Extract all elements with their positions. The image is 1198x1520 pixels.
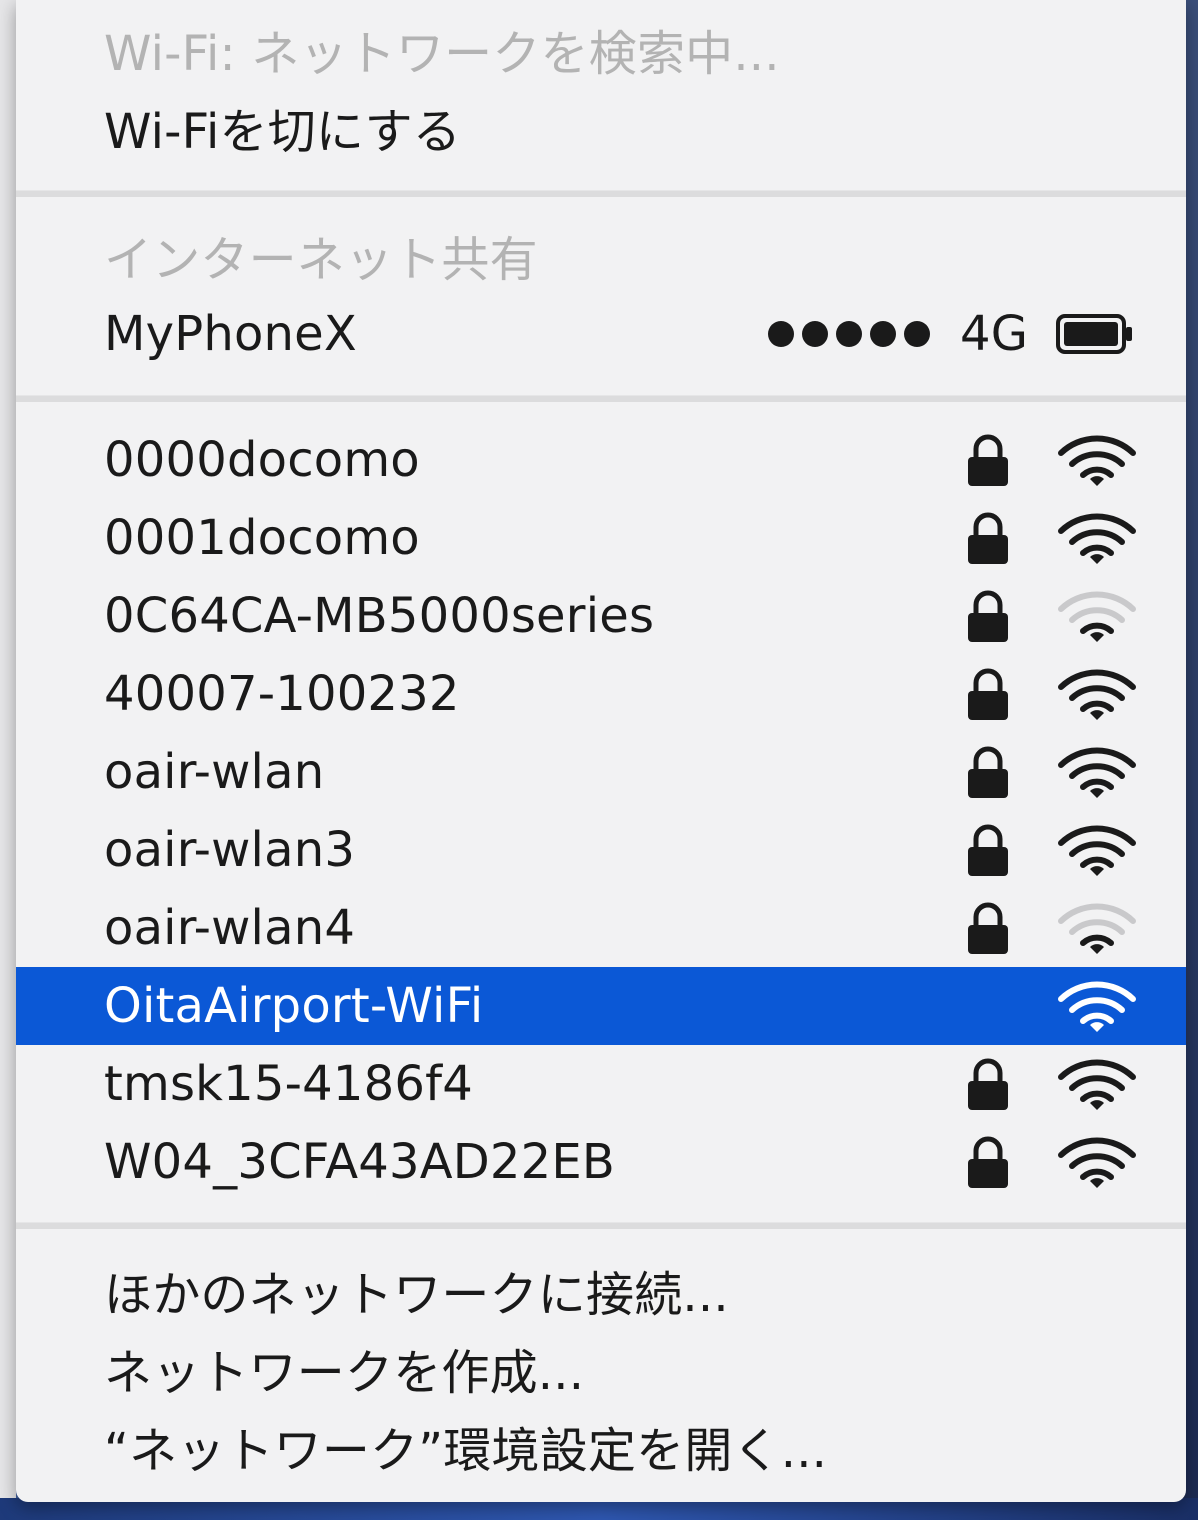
network-item[interactable]: oair-wlan	[16, 733, 1186, 811]
signal-dot	[836, 321, 862, 347]
network-name: tmsk15-4186f4	[104, 1056, 473, 1112]
wifi-searching-label: Wi-Fi: ネットワークを検索中...	[104, 26, 780, 82]
network-type-label: 4G	[960, 306, 1029, 362]
menu-separator	[16, 190, 1186, 197]
join-other-network-item[interactable]: ほかのネットワークに接続...	[16, 1251, 1186, 1329]
wifi-signal-icon	[1058, 513, 1136, 564]
create-network-item[interactable]: ネットワークを作成...	[16, 1329, 1186, 1407]
network-name: oair-wlan4	[104, 900, 356, 956]
network-item[interactable]: 0001docomo	[16, 499, 1186, 577]
wifi-signal-icon	[1058, 981, 1136, 1032]
network-name: OitaAirport-WiFi	[104, 978, 484, 1034]
network-item[interactable]: 40007-100232	[16, 655, 1186, 733]
network-name: 0000docomo	[104, 432, 420, 488]
join-other-network-label: ほかのネットワークに接続...	[104, 1267, 729, 1323]
menu-separator	[16, 395, 1186, 402]
network-item[interactable]: 0000docomo	[16, 421, 1186, 499]
turn-wifi-off-label: Wi-Fiを切にする	[104, 104, 461, 160]
wifi-searching-status: Wi-Fi: ネットワークを検索中...	[16, 10, 1186, 88]
wifi-signal-icon	[1058, 1137, 1136, 1188]
network-item[interactable]: 0C64CA-MB5000series	[16, 577, 1186, 655]
lock-icon	[968, 1058, 1008, 1110]
network-name: oair-wlan3	[104, 822, 356, 878]
wifi-signal-icon	[1058, 669, 1136, 720]
signal-dot	[768, 321, 794, 347]
network-name: 40007-100232	[104, 666, 460, 722]
signal-dot	[904, 321, 930, 347]
network-item[interactable]: oair-wlan3	[16, 811, 1186, 889]
lock-icon	[968, 512, 1008, 564]
network-item[interactable]: OitaAirport-WiFi	[16, 967, 1186, 1045]
hotspot-section-label: インターネット共有	[104, 232, 538, 288]
network-name: oair-wlan	[104, 744, 325, 800]
menu-separator	[16, 1222, 1186, 1229]
wifi-menu: Wi-Fi: ネットワークを検索中... Wi-Fiを切にする インターネット共…	[16, 0, 1186, 1502]
network-item[interactable]: oair-wlan4	[16, 889, 1186, 967]
network-item[interactable]: tmsk15-4186f4	[16, 1045, 1186, 1123]
lock-icon	[968, 668, 1008, 720]
wifi-signal-icon	[1058, 1059, 1136, 1110]
cellular-signal-dots	[768, 321, 930, 347]
background-window-left	[0, 0, 16, 1520]
wifi-signal-icon	[1058, 435, 1136, 486]
network-name: 0001docomo	[104, 510, 420, 566]
wifi-signal-icon	[1058, 903, 1136, 954]
signal-dot	[870, 321, 896, 347]
hotspot-device-name: MyPhoneX	[104, 306, 357, 362]
wifi-signal-icon	[1058, 825, 1136, 876]
open-network-preferences-item[interactable]: “ネットワーク”環境設定を開く...	[16, 1407, 1186, 1485]
hotspot-status: 4G	[768, 295, 1134, 373]
lock-icon	[968, 902, 1008, 954]
network-item[interactable]: W04_3CFA43AD22EB	[16, 1123, 1186, 1201]
hotspot-device-item[interactable]: MyPhoneX 4G	[16, 295, 1186, 373]
battery-icon	[1056, 314, 1133, 354]
lock-icon	[968, 1136, 1008, 1188]
turn-wifi-off-item[interactable]: Wi-Fiを切にする	[16, 88, 1186, 166]
lock-icon	[968, 824, 1008, 876]
create-network-label: ネットワークを作成...	[104, 1345, 585, 1401]
hotspot-section-title: インターネット共有	[16, 216, 1186, 294]
lock-icon	[968, 434, 1008, 486]
wifi-signal-icon	[1058, 747, 1136, 798]
lock-icon	[968, 746, 1008, 798]
signal-dot	[802, 321, 828, 347]
lock-icon	[968, 590, 1008, 642]
open-network-preferences-label: “ネットワーク”環境設定を開く...	[104, 1423, 828, 1479]
network-name: 0C64CA-MB5000series	[104, 588, 655, 644]
wifi-signal-icon	[1058, 591, 1136, 642]
network-name: W04_3CFA43AD22EB	[104, 1134, 616, 1190]
